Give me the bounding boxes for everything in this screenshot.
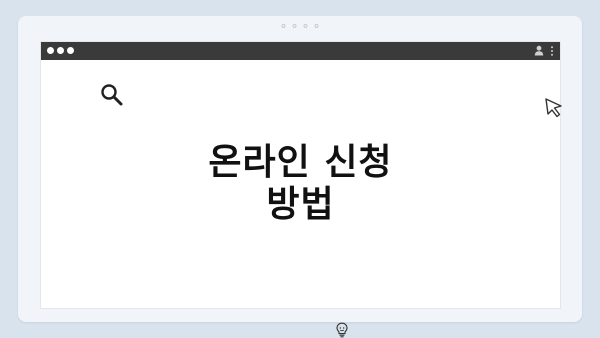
search-icon: [101, 84, 123, 106]
frame-dot: [281, 24, 286, 28]
window-minimize-control[interactable]: [57, 47, 64, 54]
user-icon[interactable]: [534, 45, 544, 56]
frame-dot: [303, 24, 308, 28]
kebab-menu-icon[interactable]: [550, 46, 554, 56]
window-titlebar: [41, 42, 560, 60]
lightbulb-icon: [336, 322, 348, 338]
frame-dot: [292, 24, 297, 28]
window-close-control[interactable]: [47, 47, 54, 54]
page-heading-line: 온라인 신청: [208, 142, 393, 183]
frame-dot: [314, 24, 319, 28]
outer-frame: 온라인 신청 방법: [18, 16, 582, 338]
page-heading-line: 방법: [266, 184, 335, 225]
browser-window: 온라인 신청 방법: [40, 41, 562, 338]
window-maximize-control[interactable]: [67, 47, 74, 54]
page-heading: 온라인 신청 방법: [41, 142, 560, 226]
cursor-icon: [545, 98, 562, 118]
frame-dots: [281, 24, 319, 28]
